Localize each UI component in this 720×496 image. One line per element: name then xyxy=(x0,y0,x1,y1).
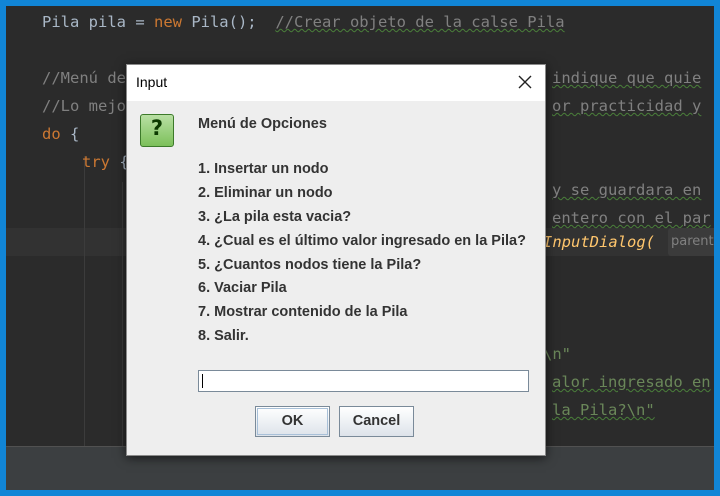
text-caret xyxy=(202,374,203,388)
option-input[interactable] xyxy=(198,370,529,392)
menu-option: 4. ¿Cual es el último valor ingresado en… xyxy=(198,233,526,249)
close-icon[interactable] xyxy=(513,70,537,94)
menu-option: 3. ¿La pila esta vacia? xyxy=(198,209,352,225)
menu-option: 1. Insertar un nodo xyxy=(198,161,329,177)
cancel-button[interactable]: Cancel xyxy=(339,406,414,437)
code-line-1: Pila pila = new Pila(); //Crear objeto d… xyxy=(42,13,565,31)
menu-option: 8. Salir. xyxy=(198,328,249,344)
menu-option: 2. Eliminar un nodo xyxy=(198,185,333,201)
menu-option: 5. ¿Cuantos nodos tiene la Pila? xyxy=(198,257,422,273)
menu-option: 6. Vaciar Pila xyxy=(198,280,287,296)
dialog-titlebar: Input xyxy=(127,65,545,101)
menu-option: 7. Mostrar contenido de la Pila xyxy=(198,304,408,320)
menu-heading: Menú de Opciones xyxy=(198,116,327,132)
dialog-title: Input xyxy=(136,74,168,90)
question-icon: ? xyxy=(140,114,174,147)
input-dialog: Input ? Menú de Opciones 1. Insertar un … xyxy=(126,64,546,456)
ok-button[interactable]: OK xyxy=(255,406,330,437)
